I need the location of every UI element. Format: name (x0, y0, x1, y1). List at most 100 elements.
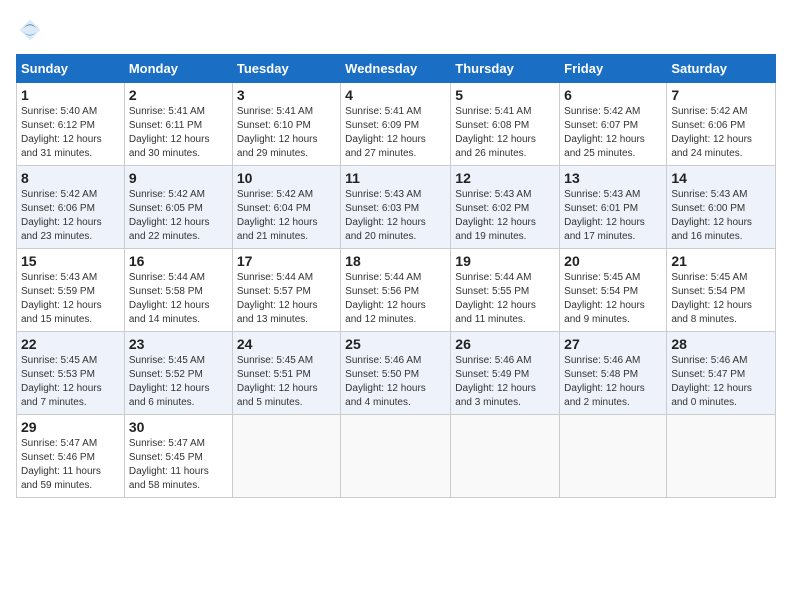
column-header-monday: Monday (124, 55, 232, 83)
cell-day-number: 25 (345, 336, 446, 352)
cell-info: Sunrise: 5:45 AM Sunset: 5:52 PM Dayligh… (129, 354, 228, 410)
cell-info: Sunrise: 5:44 AM Sunset: 5:58 PM Dayligh… (129, 271, 228, 327)
cell-info: Sunrise: 5:42 AM Sunset: 6:06 PM Dayligh… (671, 105, 771, 161)
calendar-cell: 12 Sunrise: 5:43 AM Sunset: 6:02 PM Dayli… (451, 166, 560, 249)
column-header-friday: Friday (560, 55, 667, 83)
cell-info: Sunrise: 5:41 AM Sunset: 6:11 PM Dayligh… (129, 105, 228, 161)
cell-day-number: 18 (345, 253, 446, 269)
calendar-cell: 29 Sunrise: 5:47 AM Sunset: 5:46 PM Dayli… (17, 415, 125, 498)
cell-day-number: 6 (564, 87, 662, 103)
page-header (16, 16, 776, 44)
cell-day-number: 1 (21, 87, 120, 103)
cell-info: Sunrise: 5:41 AM Sunset: 6:08 PM Dayligh… (455, 105, 555, 161)
cell-info: Sunrise: 5:42 AM Sunset: 6:05 PM Dayligh… (129, 188, 228, 244)
calendar-cell: 17Sunrise: 5:44 AM Sunset: 5:57 PM Dayli… (232, 249, 340, 332)
column-header-sunday: Sunday (17, 55, 125, 83)
cell-day-number: 14 (671, 170, 771, 186)
cell-info: Sunrise: 5:46 AM Sunset: 5:47 PM Dayligh… (671, 354, 771, 410)
cell-day-number: 26 (455, 336, 555, 352)
calendar-week-3: 15 Sunrise: 5:43 AM Sunset: 5:59 PM Dayli… (17, 249, 776, 332)
cell-day-number: 22 (21, 336, 120, 352)
cell-day-number: 21 (671, 253, 771, 269)
cell-info: Sunrise: 5:43 AM Sunset: 6:03 PM Dayligh… (345, 188, 446, 244)
cell-day-number: 16 (129, 253, 228, 269)
cell-day-number: 10 (237, 170, 336, 186)
cell-info: Sunrise: 5:40 AM Sunset: 6:12 PM Dayligh… (21, 105, 120, 161)
cell-day-number: 4 (345, 87, 446, 103)
cell-day-number: 29 (21, 419, 120, 435)
calendar-cell: 3 Sunrise: 5:41 AM Sunset: 6:10 PM Daylig… (232, 83, 340, 166)
cell-info: Sunrise: 5:43 AM Sunset: 6:00 PM Dayligh… (671, 188, 771, 244)
calendar-cell: 27Sunrise: 5:46 AM Sunset: 5:48 PM Dayli… (560, 332, 667, 415)
cell-day-number: 3 (237, 87, 336, 103)
cell-day-number: 15 (21, 253, 120, 269)
cell-info: Sunrise: 5:45 AM Sunset: 5:54 PM Dayligh… (564, 271, 662, 327)
calendar-cell: 25 Sunrise: 5:46 AM Sunset: 5:50 PM Dayli… (341, 332, 451, 415)
calendar-cell: 9 Sunrise: 5:42 AM Sunset: 6:05 PM Daylig… (124, 166, 232, 249)
calendar-cell: 19 Sunrise: 5:44 AM Sunset: 5:55 PM Dayli… (451, 249, 560, 332)
calendar-cell: 13 Sunrise: 5:43 AM Sunset: 6:01 PM Dayli… (560, 166, 667, 249)
cell-day-number: 13 (564, 170, 662, 186)
cell-info: Sunrise: 5:47 AM Sunset: 5:46 PM Dayligh… (21, 437, 120, 493)
cell-info: Sunrise: 5:45 AM Sunset: 5:54 PM Dayligh… (671, 271, 771, 327)
cell-day-number: 8 (21, 170, 120, 186)
cell-info: Sunrise: 5:45 AM Sunset: 5:53 PM Dayligh… (21, 354, 120, 410)
cell-info: Sunrise: 5:44 AM Sunset: 5:57 PM Dayligh… (237, 271, 336, 327)
calendar-cell: 2 Sunrise: 5:41 AM Sunset: 6:11 PM Daylig… (124, 83, 232, 166)
calendar-cell: 24Sunrise: 5:45 AM Sunset: 5:51 PM Dayli… (232, 332, 340, 415)
calendar-cell: 26Sunrise: 5:46 AM Sunset: 5:49 PM Dayli… (451, 332, 560, 415)
cell-day-number: 28 (671, 336, 771, 352)
cell-info: Sunrise: 5:42 AM Sunset: 6:06 PM Dayligh… (21, 188, 120, 244)
calendar-cell: 21 Sunrise: 5:45 AM Sunset: 5:54 PM Dayli… (667, 249, 776, 332)
calendar-cell (232, 415, 340, 498)
calendar-cell: 4 Sunrise: 5:41 AM Sunset: 6:09 PM Daylig… (341, 83, 451, 166)
calendar-week-1: 1 Sunrise: 5:40 AM Sunset: 6:12 PM Daylig… (17, 83, 776, 166)
calendar-cell (341, 415, 451, 498)
cell-info: Sunrise: 5:42 AM Sunset: 6:04 PM Dayligh… (237, 188, 336, 244)
cell-info: Sunrise: 5:41 AM Sunset: 6:09 PM Dayligh… (345, 105, 446, 161)
calendar-cell: 1 Sunrise: 5:40 AM Sunset: 6:12 PM Daylig… (17, 83, 125, 166)
calendar-week-2: 8 Sunrise: 5:42 AM Sunset: 6:06 PM Daylig… (17, 166, 776, 249)
calendar-cell (560, 415, 667, 498)
cell-day-number: 19 (455, 253, 555, 269)
calendar-cell: 5 Sunrise: 5:41 AM Sunset: 6:08 PM Daylig… (451, 83, 560, 166)
cell-day-number: 2 (129, 87, 228, 103)
calendar-cell: 22 Sunrise: 5:45 AM Sunset: 5:53 PM Dayli… (17, 332, 125, 415)
column-header-wednesday: Wednesday (341, 55, 451, 83)
calendar-cell: 18 Sunrise: 5:44 AM Sunset: 5:56 PM Dayli… (341, 249, 451, 332)
cell-day-number: 27 (564, 336, 662, 352)
cell-info: Sunrise: 5:43 AM Sunset: 6:02 PM Dayligh… (455, 188, 555, 244)
calendar-week-4: 22 Sunrise: 5:45 AM Sunset: 5:53 PM Dayli… (17, 332, 776, 415)
cell-info: Sunrise: 5:45 AM Sunset: 5:51 PM Dayligh… (237, 354, 336, 410)
calendar-cell: 11 Sunrise: 5:43 AM Sunset: 6:03 PM Dayli… (341, 166, 451, 249)
calendar-cell: 6Sunrise: 5:42 AM Sunset: 6:07 PM Daylig… (560, 83, 667, 166)
cell-info: Sunrise: 5:43 AM Sunset: 5:59 PM Dayligh… (21, 271, 120, 327)
cell-info: Sunrise: 5:46 AM Sunset: 5:50 PM Dayligh… (345, 354, 446, 410)
cell-day-number: 11 (345, 170, 446, 186)
calendar-cell: 28 Sunrise: 5:46 AM Sunset: 5:47 PM Dayli… (667, 332, 776, 415)
calendar-cell (451, 415, 560, 498)
column-header-thursday: Thursday (451, 55, 560, 83)
calendar-cell: 15 Sunrise: 5:43 AM Sunset: 5:59 PM Dayli… (17, 249, 125, 332)
cell-info: Sunrise: 5:41 AM Sunset: 6:10 PM Dayligh… (237, 105, 336, 161)
cell-info: Sunrise: 5:44 AM Sunset: 5:55 PM Dayligh… (455, 271, 555, 327)
calendar-cell: 10 Sunrise: 5:42 AM Sunset: 6:04 PM Dayli… (232, 166, 340, 249)
calendar-cell: 20 Sunrise: 5:45 AM Sunset: 5:54 PM Dayli… (560, 249, 667, 332)
logo (16, 16, 48, 44)
cell-info: Sunrise: 5:44 AM Sunset: 5:56 PM Dayligh… (345, 271, 446, 327)
cell-day-number: 7 (671, 87, 771, 103)
cell-day-number: 20 (564, 253, 662, 269)
calendar-cell: 30Sunrise: 5:47 AM Sunset: 5:45 PM Dayli… (124, 415, 232, 498)
calendar-cell (667, 415, 776, 498)
calendar-table: SundayMondayTuesdayWednesdayThursdayFrid… (16, 54, 776, 498)
cell-day-number: 9 (129, 170, 228, 186)
cell-info: Sunrise: 5:47 AM Sunset: 5:45 PM Dayligh… (129, 437, 228, 493)
column-header-saturday: Saturday (667, 55, 776, 83)
calendar-week-5: 29 Sunrise: 5:47 AM Sunset: 5:46 PM Dayli… (17, 415, 776, 498)
logo-icon (16, 16, 44, 44)
cell-day-number: 12 (455, 170, 555, 186)
cell-day-number: 5 (455, 87, 555, 103)
cell-info: Sunrise: 5:43 AM Sunset: 6:01 PM Dayligh… (564, 188, 662, 244)
cell-day-number: 23 (129, 336, 228, 352)
calendar-cell: 14 Sunrise: 5:43 AM Sunset: 6:00 PM Dayli… (667, 166, 776, 249)
